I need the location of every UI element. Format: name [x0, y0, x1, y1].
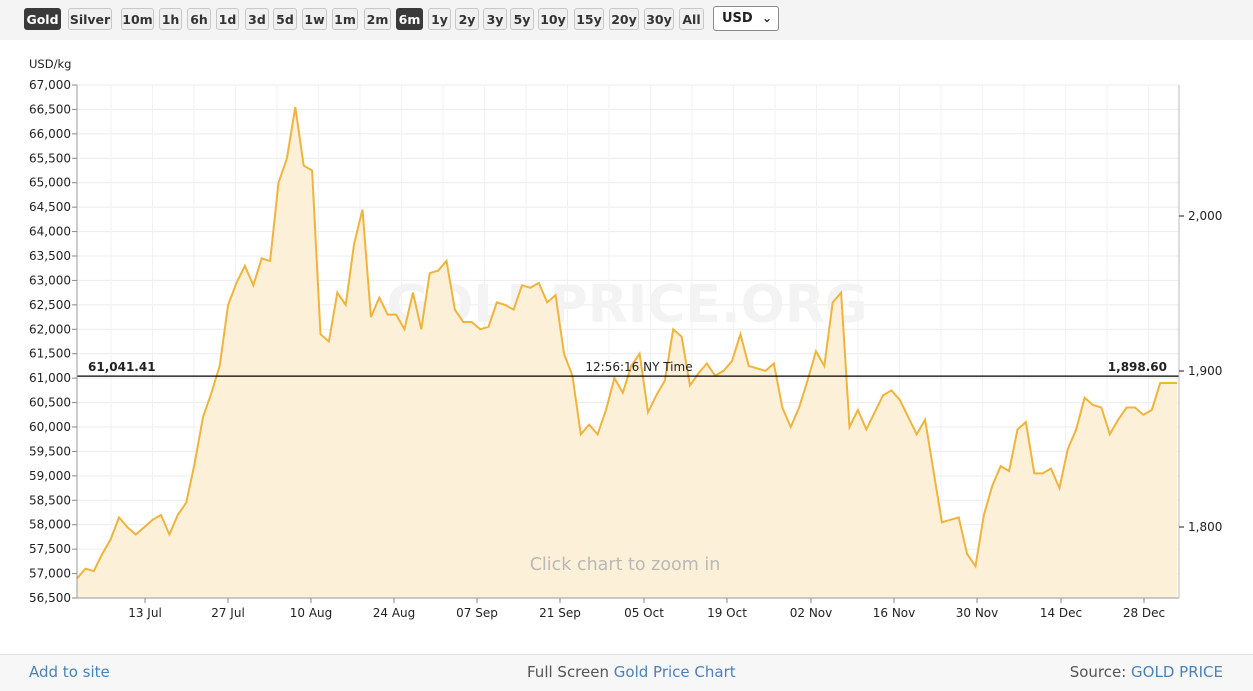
- x-tick-label: 07 Sep: [456, 606, 498, 620]
- range-button-5d[interactable]: 5d: [273, 8, 297, 30]
- y-tick-label: 60,500: [29, 396, 71, 410]
- range-button-1w[interactable]: 1w: [302, 8, 327, 30]
- y-tick-label: 57,500: [29, 542, 71, 556]
- y-tick-label: 67,000: [29, 78, 71, 92]
- x-tick-label: 13 Jul: [128, 606, 162, 620]
- range-button-3d[interactable]: 3d: [245, 8, 269, 30]
- range-button-6h[interactable]: 6h: [187, 8, 211, 30]
- y-tick-label: 59,000: [29, 469, 71, 483]
- y-tick-label: 64,500: [29, 200, 71, 214]
- x-tick-label: 10 Aug: [290, 606, 333, 620]
- y2-tick-label: 1,900: [1188, 364, 1222, 378]
- range-button-1y[interactable]: 1y: [428, 8, 451, 30]
- y-axis-label: USD/kg: [29, 57, 71, 71]
- chevron-down-icon: ⌄: [761, 11, 772, 25]
- range-button-2m[interactable]: 2m: [364, 8, 391, 30]
- y-tick-label: 65,500: [29, 151, 71, 165]
- y-tick-label: 57,000: [29, 567, 71, 581]
- range-button-10y[interactable]: 10y: [538, 8, 568, 30]
- range-button-1m[interactable]: 1m: [332, 8, 358, 30]
- range-button-30y[interactable]: 30y: [644, 8, 674, 30]
- currency-select[interactable]: USD ⌄: [713, 6, 779, 31]
- y2-tick-label: 1,800: [1188, 520, 1222, 534]
- currency-value: USD: [722, 11, 753, 26]
- y-tick-label: 63,500: [29, 249, 71, 263]
- gold-price-chart-link[interactable]: Gold Price Chart: [614, 663, 736, 681]
- price-area-fill: [77, 107, 1177, 598]
- y-tick-label: 64,000: [29, 225, 71, 239]
- x-tick-label: 19 Oct: [707, 606, 747, 620]
- source-caption: Source: GOLD PRICE: [1070, 663, 1223, 681]
- x-tick-label: 16 Nov: [873, 606, 916, 620]
- chart-footer: Add to site Full Screen Gold Price Chart…: [0, 654, 1253, 691]
- y-tick-label: 58,000: [29, 518, 71, 532]
- range-button-2y[interactable]: 2y: [455, 8, 479, 30]
- x-tick-label: 14 Dec: [1040, 606, 1082, 620]
- range-button-15y[interactable]: 15y: [574, 8, 604, 30]
- metal-button-gold[interactable]: Gold: [24, 8, 61, 30]
- y-tick-label: 59,500: [29, 444, 71, 458]
- x-tick-label: 27 Jul: [211, 606, 245, 620]
- source-link[interactable]: GOLD PRICE: [1131, 663, 1223, 681]
- chart-toolbar: Gold Silver 10m 1h 6h 1d 3d 5d 1w 1m 2m 6m 1y 2y 3y 5y 1…: [0, 0, 1253, 40]
- range-button-6m[interactable]: 6m: [396, 8, 423, 30]
- full-screen-prefix: Full Screen: [527, 663, 609, 681]
- metal-button-silver[interactable]: Silver: [68, 8, 112, 30]
- x-tick-label: 30 Nov: [956, 606, 999, 620]
- gold-price-chart[interactable]: GOLDPRICE.ORG 56,500 57,000 57,500 58,000 58…: [0, 40, 1253, 654]
- x-tick-label: 28 Dec: [1123, 606, 1165, 620]
- chart-svg[interactable]: GOLDPRICE.ORG 56,50057,00057,50058,00058…: [0, 40, 1253, 654]
- y-tick-label: 63,000: [29, 273, 71, 287]
- y-tick-label: 65,000: [29, 176, 71, 190]
- y-tick-label: 61,500: [29, 347, 71, 361]
- range-button-all[interactable]: All: [679, 8, 704, 30]
- y-tick-label: 61,000: [29, 371, 71, 385]
- x-tick-label: 05 Oct: [624, 606, 664, 620]
- range-button-1d[interactable]: 1d: [216, 8, 239, 30]
- range-button-10m[interactable]: 10m: [121, 8, 154, 30]
- y-tick-label: 66,000: [29, 127, 71, 141]
- y-tick-label: 62,500: [29, 298, 71, 312]
- range-button-3y[interactable]: 3y: [483, 8, 507, 30]
- add-to-site-link[interactable]: Add to site: [29, 663, 110, 681]
- y2-tick-label: 2,000: [1188, 209, 1222, 223]
- range-button-5y[interactable]: 5y: [510, 8, 534, 30]
- range-button-1h[interactable]: 1h: [159, 8, 182, 30]
- x-tick-label: 02 Nov: [790, 606, 833, 620]
- zoom-hint: Click chart to zoom in: [530, 555, 721, 575]
- source-prefix: Source:: [1069, 663, 1127, 681]
- y-axis-right: 1,800 1,900 2,000: [1179, 209, 1222, 534]
- y-tick-label: 60,000: [29, 420, 71, 434]
- x-tick-label: 21 Sep: [539, 606, 581, 620]
- x-tick-label: 24 Aug: [373, 606, 416, 620]
- x-axis: 13 Jul 27 Jul 10 Aug 24 Aug 07 Sep 21 Sep 05 O…: [128, 598, 1165, 620]
- y-tick-label: 62,000: [29, 322, 71, 336]
- full-screen-caption: Full Screen Gold Price Chart: [527, 663, 736, 681]
- current-value-label: 61,041.41: [88, 360, 156, 374]
- y-tick-label: 56,500: [29, 591, 71, 605]
- current-value-oz-label: 1,898.60: [1108, 360, 1167, 374]
- range-button-20y[interactable]: 20y: [609, 8, 639, 30]
- crosshair-time-label: 12:56:16 NY Time: [585, 360, 692, 374]
- y-tick-label: 66,500: [29, 102, 71, 116]
- y-tick-label: 58,500: [29, 493, 71, 507]
